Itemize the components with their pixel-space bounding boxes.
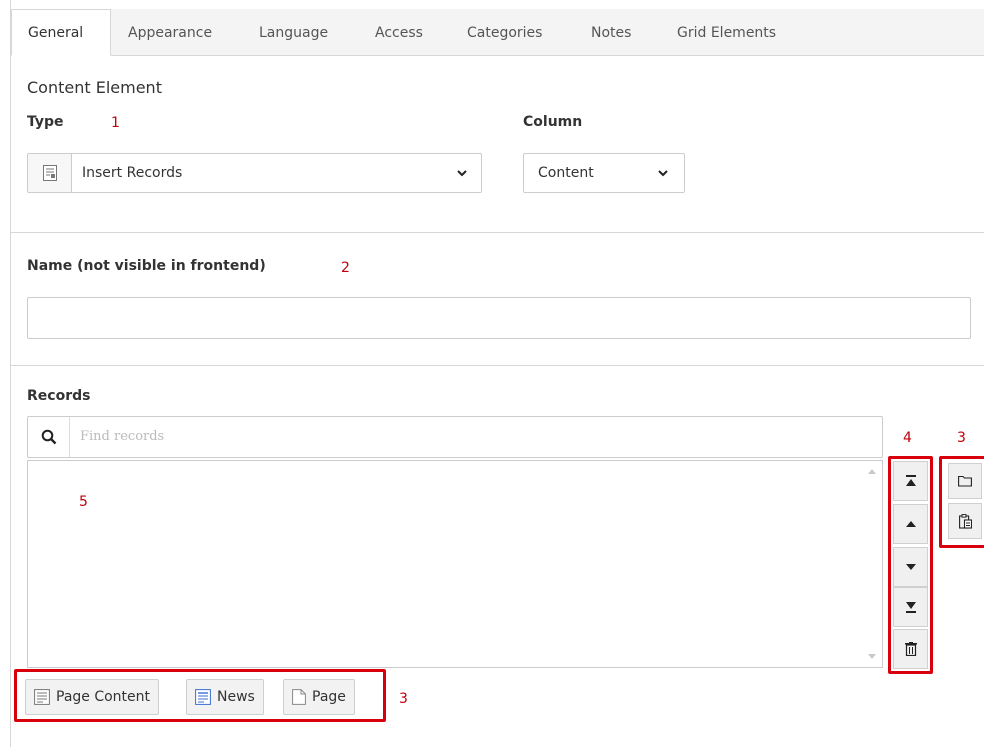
annotation-marker-1: 1 bbox=[111, 115, 120, 131]
browse-records-button[interactable] bbox=[948, 463, 982, 499]
type-select[interactable]: Insert Records bbox=[27, 153, 482, 193]
page-button[interactable]: Page bbox=[283, 679, 355, 715]
delete-button[interactable] bbox=[893, 629, 928, 669]
name-input[interactable] bbox=[27, 297, 971, 339]
move-top-icon bbox=[905, 475, 916, 486]
section-title: Content Element bbox=[27, 78, 162, 97]
tab-categories[interactable]: Categories bbox=[467, 9, 542, 56]
annotation-marker-2: 2 bbox=[341, 260, 350, 276]
annotation-marker-3: 3 bbox=[957, 430, 966, 446]
records-label: Records bbox=[27, 388, 91, 404]
name-label: Name (not visible in frontend) bbox=[27, 258, 266, 274]
move-up-button[interactable] bbox=[893, 504, 928, 544]
search-placeholder: Find records bbox=[80, 429, 165, 444]
annotation-marker-5: 5 bbox=[79, 494, 88, 510]
news-icon bbox=[195, 689, 211, 705]
content-element-form: General Appearance Language Access Categ… bbox=[10, 0, 984, 747]
side-actions-group bbox=[939, 456, 984, 548]
trash-icon bbox=[904, 642, 917, 656]
annotation-marker-3-buttons: 3 bbox=[399, 691, 408, 707]
chevron-down-icon bbox=[457, 170, 467, 177]
move-bottom-button[interactable] bbox=[893, 587, 928, 627]
column-select[interactable]: Content bbox=[523, 153, 685, 193]
page-icon bbox=[292, 689, 306, 705]
page-content-button[interactable]: Page Content bbox=[25, 679, 160, 715]
section-divider bbox=[11, 232, 984, 233]
tab-language[interactable]: Language bbox=[259, 9, 328, 56]
move-top-button[interactable] bbox=[893, 461, 928, 501]
news-label: News bbox=[217, 689, 255, 705]
paste-clipboard-button[interactable] bbox=[948, 503, 982, 539]
scroll-down-icon[interactable] bbox=[868, 654, 876, 659]
page-content-label: Page Content bbox=[56, 689, 151, 705]
column-label: Column bbox=[523, 114, 583, 130]
scroll-up-icon[interactable] bbox=[868, 469, 876, 474]
column-value: Content bbox=[538, 165, 594, 181]
tab-access[interactable]: Access bbox=[375, 9, 423, 56]
move-bottom-icon bbox=[905, 602, 916, 613]
page-label: Page bbox=[312, 689, 346, 705]
tab-notes[interactable]: Notes bbox=[591, 9, 631, 56]
tab-appearance[interactable]: Appearance bbox=[128, 9, 212, 56]
records-search[interactable]: Find records bbox=[27, 416, 883, 458]
folder-icon bbox=[958, 475, 972, 487]
move-down-button[interactable] bbox=[893, 547, 928, 587]
type-value: Insert Records bbox=[82, 165, 183, 181]
chevron-down-icon bbox=[658, 170, 668, 177]
records-list[interactable] bbox=[27, 460, 883, 668]
move-up-icon bbox=[905, 521, 916, 527]
news-button[interactable]: News bbox=[186, 679, 264, 715]
section-divider bbox=[11, 365, 984, 366]
clipboard-icon bbox=[958, 513, 972, 529]
content-element-icon bbox=[28, 154, 72, 192]
tab-general[interactable]: General bbox=[11, 9, 111, 56]
type-label: Type bbox=[27, 114, 64, 130]
tab-grid-elements[interactable]: Grid Elements bbox=[677, 9, 776, 56]
page-content-icon bbox=[34, 689, 50, 705]
move-down-icon bbox=[905, 564, 916, 570]
add-record-buttons: Page Content News Page bbox=[14, 669, 386, 722]
sort-controls-group bbox=[888, 456, 933, 674]
search-icon bbox=[28, 417, 70, 457]
annotation-marker-4: 4 bbox=[903, 430, 912, 446]
tab-bar: General Appearance Language Access Categ… bbox=[11, 9, 984, 56]
